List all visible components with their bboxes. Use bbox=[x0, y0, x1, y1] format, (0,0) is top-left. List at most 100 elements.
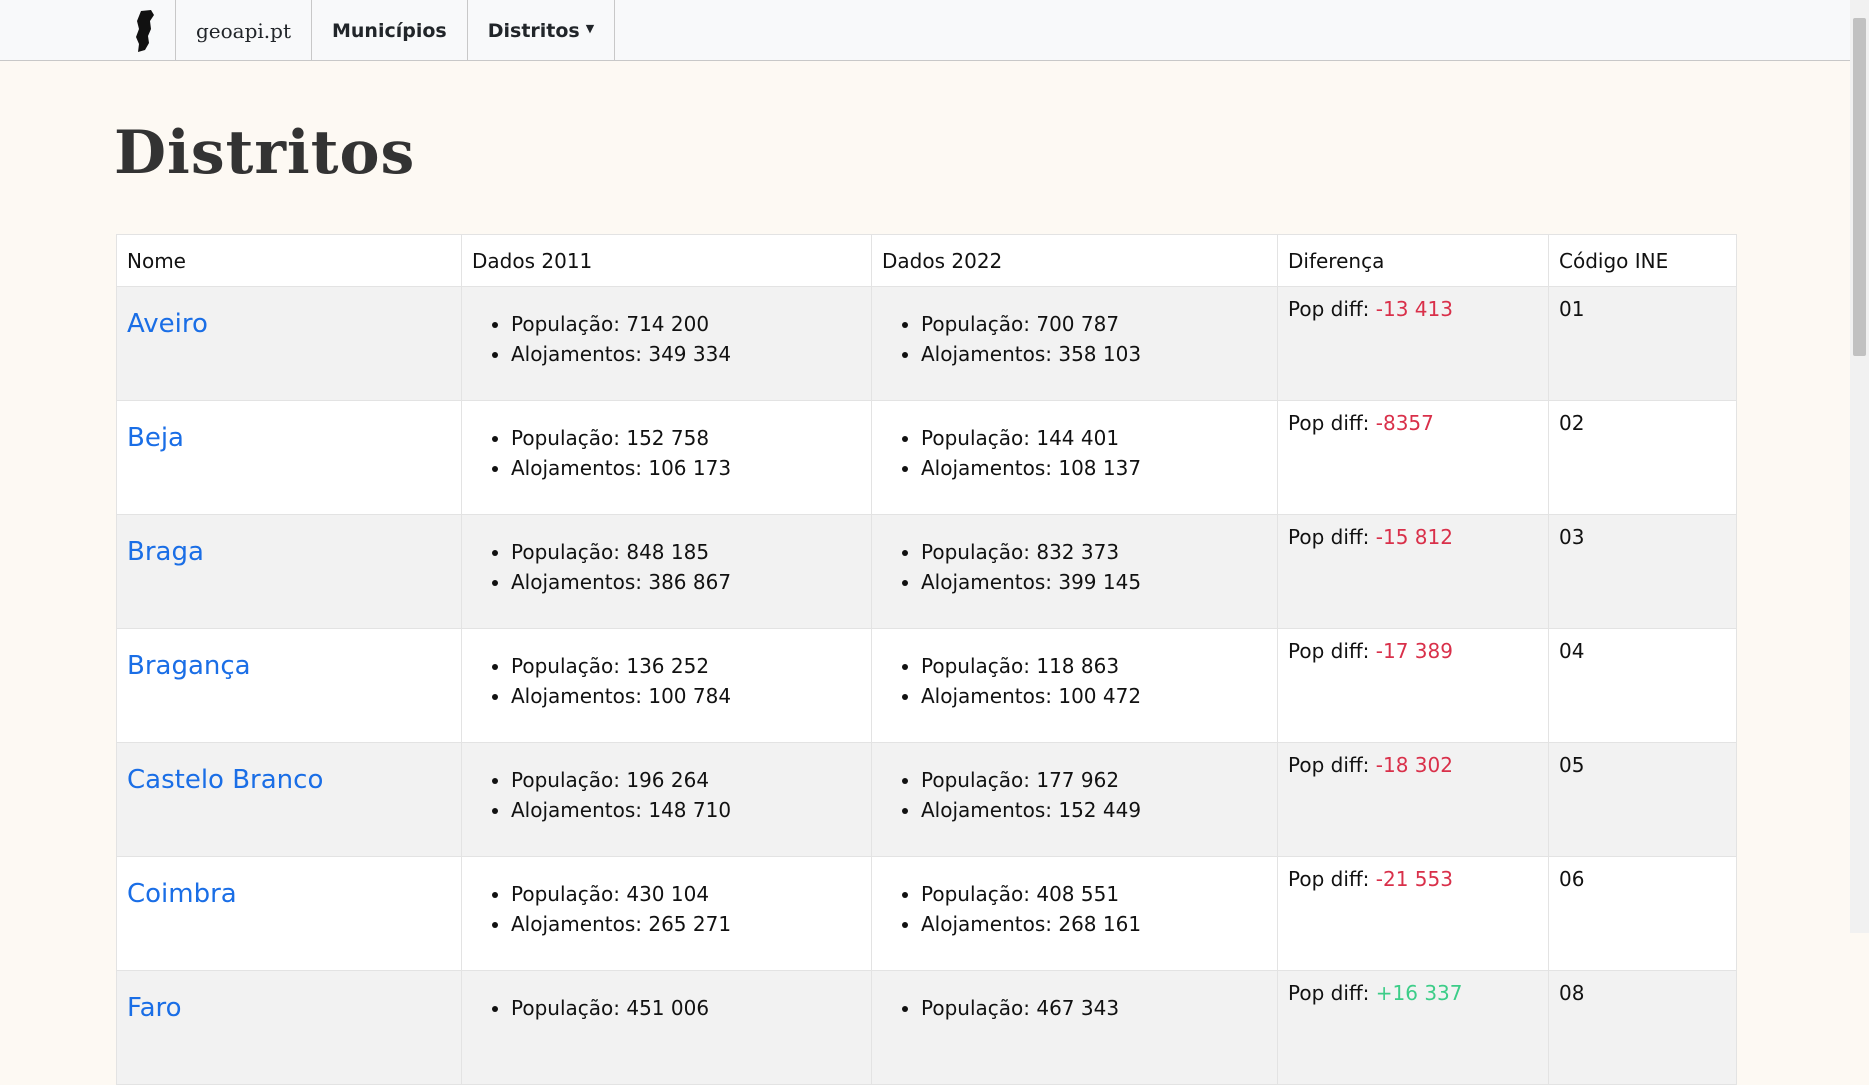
cell-codigo-ine: 05 bbox=[1548, 742, 1737, 857]
brand-link[interactable]: geoapi.pt bbox=[176, 0, 312, 61]
list-item: População: 832 373 bbox=[921, 537, 1267, 567]
stats-list: População: 451 006 bbox=[472, 993, 861, 1023]
stat-label: População: bbox=[511, 312, 620, 336]
stat-value: 152 449 bbox=[1058, 798, 1142, 822]
list-item: Alojamentos: 106 173 bbox=[511, 453, 861, 483]
nav-dropdown-distritos[interactable]: Distritos ▼ bbox=[468, 0, 616, 61]
stat-value: 700 787 bbox=[1036, 312, 1120, 336]
diff-label: Pop diff: bbox=[1288, 753, 1370, 777]
stat-value: 848 185 bbox=[626, 540, 710, 564]
diff-value: -21 553 bbox=[1375, 867, 1453, 891]
table-row: Castelo Branco População: 196 264 Alojamen… bbox=[116, 742, 1737, 857]
stat-value: 265 271 bbox=[648, 912, 732, 936]
stat-label: População: bbox=[511, 996, 620, 1020]
stat-label: Alojamentos: bbox=[921, 912, 1052, 936]
stats-list: População: 714 200 Alojamentos: 349 334 bbox=[472, 309, 861, 369]
page-title: Distritos bbox=[114, 118, 416, 188]
list-item: População: 430 104 bbox=[511, 879, 861, 909]
stat-value: 399 145 bbox=[1058, 570, 1142, 594]
list-item: Alojamentos: 148 710 bbox=[511, 795, 861, 825]
stat-label: Alojamentos: bbox=[511, 798, 642, 822]
stat-label: População: bbox=[921, 654, 1030, 678]
stat-label: População: bbox=[511, 654, 620, 678]
list-item: População: 152 758 bbox=[511, 423, 861, 453]
stat-value: 386 867 bbox=[648, 570, 732, 594]
table-row: Beja População: 152 758Alojamentos: 106 1… bbox=[116, 400, 1737, 515]
list-item: População: 700 787 bbox=[921, 309, 1267, 339]
distrito-link[interactable]: Beja bbox=[127, 423, 184, 453]
cell-nome: Faro bbox=[116, 970, 462, 1085]
stats-list: População: 144 401Alojamentos: 108 137 bbox=[882, 423, 1267, 483]
cell-dados-2011: População: 848 185Alojamentos: 386 867 bbox=[461, 514, 872, 629]
stat-value: 451 006 bbox=[626, 996, 710, 1020]
caret-down-icon: ▼ bbox=[585, 22, 595, 35]
cell-nome: Beja bbox=[116, 400, 462, 515]
stat-value: 714 200 bbox=[626, 312, 710, 336]
cell-diferenca: Pop diff: -17 389 bbox=[1277, 628, 1549, 743]
stats-list: População: 430 104Alojamentos: 265 271 bbox=[472, 879, 861, 939]
stat-value: 430 104 bbox=[626, 882, 710, 906]
cell-dados-2022: População: 144 401Alojamentos: 108 137 bbox=[871, 400, 1278, 515]
list-item: População: 848 185 bbox=[511, 537, 861, 567]
distrito-link[interactable]: Castelo Branco bbox=[127, 765, 323, 795]
distrito-link[interactable]: Bragança bbox=[127, 651, 251, 681]
stat-label: População: bbox=[511, 426, 620, 450]
top-navbar: geoapi.pt Municípios Distritos ▼ bbox=[0, 0, 1850, 61]
diff-label: Pop diff: bbox=[1288, 639, 1370, 663]
table-row: CoimbraPopulação: 430 104Alojamentos: 26… bbox=[116, 856, 1737, 971]
cell-codigo-ine: 01 bbox=[1548, 286, 1737, 401]
stat-label: Alojamentos: bbox=[921, 570, 1052, 594]
distrito-link[interactable]: Aveiro bbox=[127, 309, 208, 339]
stat-label: Alojamentos: bbox=[511, 684, 642, 708]
diff-label: Pop diff: bbox=[1288, 411, 1370, 435]
scrollbar-thumb[interactable] bbox=[1853, 18, 1866, 356]
stat-label: População: bbox=[921, 540, 1030, 564]
stat-value: 148 710 bbox=[648, 798, 732, 822]
cell-dados-2022: População: 118 863Alojamentos: 100 472 bbox=[871, 628, 1278, 743]
stats-list: População: 848 185Alojamentos: 386 867 bbox=[472, 537, 861, 597]
distrito-link[interactable]: Faro bbox=[127, 993, 182, 1023]
table-row: Bragança População: 136 252 Alojamentos: 1… bbox=[116, 628, 1737, 743]
stat-label: População: bbox=[921, 768, 1030, 792]
stat-label: População: bbox=[921, 996, 1030, 1020]
cell-nome: Braga bbox=[116, 514, 462, 629]
cell-dados-2011: População: 196 264 Alojamentos: 148 710 bbox=[461, 742, 872, 857]
list-item: Alojamentos: 268 161 bbox=[921, 909, 1267, 939]
stat-value: 100 784 bbox=[648, 684, 732, 708]
stat-value: 268 161 bbox=[1058, 912, 1142, 936]
stats-list: População: 700 787Alojamentos: 358 103 bbox=[882, 309, 1267, 369]
stat-label: Alojamentos: bbox=[511, 456, 642, 480]
list-item: Alojamentos: 152 449 bbox=[921, 795, 1267, 825]
cell-dados-2011: População: 136 252 Alojamentos: 100 784 bbox=[461, 628, 872, 743]
stat-label: Alojamentos: bbox=[921, 456, 1052, 480]
diff-value: -18 302 bbox=[1375, 753, 1453, 777]
diff-value: +16 337 bbox=[1375, 981, 1463, 1005]
stat-value: 467 343 bbox=[1036, 996, 1120, 1020]
stats-list: População: 832 373 Alojamentos: 399 145 bbox=[882, 537, 1267, 597]
list-item: População: 118 863 bbox=[921, 651, 1267, 681]
distrito-link[interactable]: Coimbra bbox=[127, 879, 237, 909]
diff-value: -17 389 bbox=[1375, 639, 1453, 663]
distrito-link[interactable]: Braga bbox=[127, 537, 204, 567]
list-item: Alojamentos: 100 472 bbox=[921, 681, 1267, 711]
nav-link-municipios[interactable]: Municípios bbox=[312, 0, 468, 61]
list-item: População: 144 401 bbox=[921, 423, 1267, 453]
stat-value: 196 264 bbox=[626, 768, 710, 792]
stats-list: População: 408 551Alojamentos: 268 161 bbox=[882, 879, 1267, 939]
diff-label: Pop diff: bbox=[1288, 867, 1370, 891]
stat-value: 349 334 bbox=[648, 342, 732, 366]
table-header-row: Nome Dados 2011 Dados 2022 Diferença Cód… bbox=[116, 234, 1737, 287]
list-item: População: 136 252 bbox=[511, 651, 861, 681]
cell-diferenca: Pop diff: -15 812 bbox=[1277, 514, 1549, 629]
cell-nome: Aveiro bbox=[116, 286, 462, 401]
stat-value: 144 401 bbox=[1036, 426, 1120, 450]
stat-label: População: bbox=[511, 768, 620, 792]
cell-codigo-ine: 06 bbox=[1548, 856, 1737, 971]
stat-label: População: bbox=[921, 882, 1030, 906]
stats-list: População: 118 863Alojamentos: 100 472 bbox=[882, 651, 1267, 711]
stat-label: Alojamentos: bbox=[511, 342, 642, 366]
page-scrollbar[interactable] bbox=[1850, 0, 1869, 933]
cell-dados-2011: População: 714 200 Alojamentos: 349 334 bbox=[461, 286, 872, 401]
stat-label: População: bbox=[511, 540, 620, 564]
portugal-map-icon[interactable] bbox=[115, 0, 176, 61]
